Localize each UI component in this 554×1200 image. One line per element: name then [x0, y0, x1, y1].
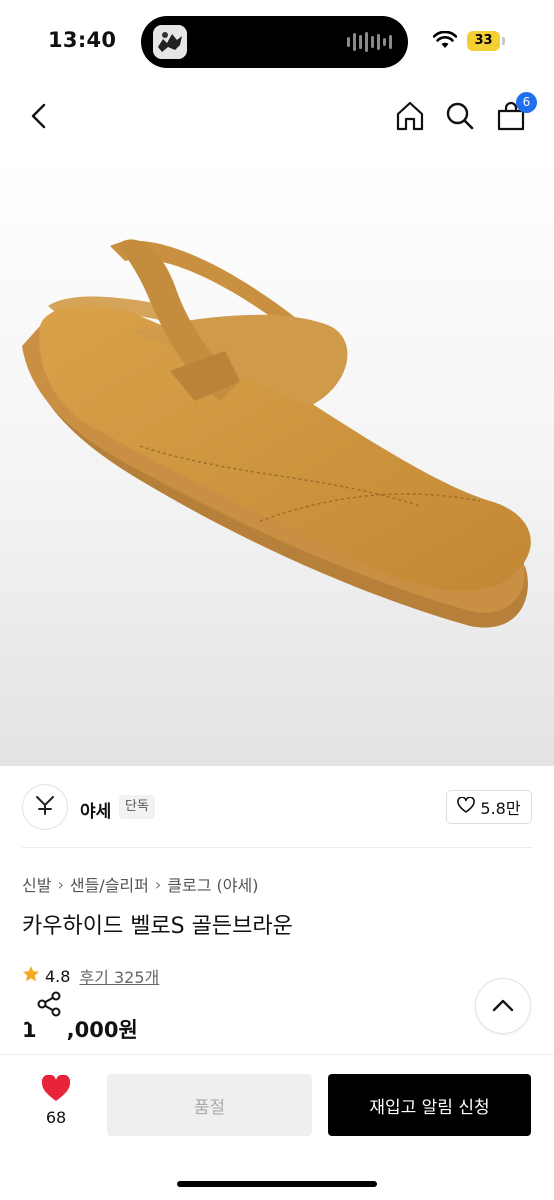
product-image[interactable]: [0, 156, 554, 766]
breadcrumb-item[interactable]: 샌들/슬리퍼: [70, 872, 149, 896]
battery-tip: [502, 37, 505, 45]
clog-shoe-image: [22, 239, 531, 628]
top-navigation: 6: [0, 84, 554, 156]
brand-like-button[interactable]: 5.8만: [446, 790, 532, 824]
home-icon: [394, 100, 426, 136]
brand-row: 야세 단독 5.8만: [22, 784, 532, 830]
chevron-up-icon: [492, 997, 514, 1016]
soldout-button[interactable]: 품절: [107, 1074, 312, 1136]
back-arrow-icon: [29, 103, 51, 133]
heart-filled-icon: [41, 1074, 71, 1106]
scroll-to-top-button[interactable]: [475, 978, 531, 1034]
restock-alert-button[interactable]: 재입고 알림 신청: [328, 1074, 531, 1136]
wifi-icon: [432, 30, 458, 53]
cart-button[interactable]: 6: [491, 92, 537, 138]
breadcrumb: 신발 › 샌들/슬리퍼 › 클로그 (야세): [22, 872, 258, 896]
clock: 13:40: [48, 28, 117, 52]
product-title: 카우하이드 벨로S 골든브라운: [22, 914, 293, 939]
divider: [22, 847, 532, 848]
chevron-right-icon: ›: [154, 874, 162, 894]
cart-count-badge: 6: [516, 92, 537, 113]
purchase-bar: 68 품절 재입고 알림 신청: [0, 1054, 554, 1200]
status-bar: 13:40 33: [0, 0, 554, 84]
exclusive-badge: 단독: [119, 795, 155, 819]
dynamic-island[interactable]: [141, 16, 408, 68]
price-tail: ,000원: [66, 1018, 138, 1042]
audio-wave-icon: [347, 31, 392, 53]
battery-icon: 33: [467, 31, 500, 51]
review-count-link[interactable]: 후기 325개: [79, 964, 159, 988]
share-icon: [35, 990, 63, 1022]
brand-like-count: 5.8만: [480, 799, 521, 818]
wishlist-count: 68: [45, 1108, 67, 1127]
breadcrumb-item[interactable]: 클로그 (야세): [167, 872, 258, 896]
brand-logo-icon: [34, 794, 56, 820]
home-button[interactable]: [390, 98, 430, 138]
chevron-right-icon: ›: [57, 874, 64, 894]
search-icon: [445, 101, 475, 135]
breadcrumb-item[interactable]: 신발: [22, 872, 51, 896]
heart-outline-icon: [457, 796, 476, 817]
home-indicator: [177, 1181, 377, 1187]
search-button[interactable]: [440, 98, 480, 138]
app-thumbnail-icon: [153, 25, 187, 59]
brand-name[interactable]: 야세: [80, 797, 111, 822]
wishlist-button[interactable]: 68: [28, 1074, 84, 1127]
back-button[interactable]: [20, 98, 60, 138]
brand-logo[interactable]: [22, 784, 68, 830]
share-button[interactable]: [22, 983, 76, 1029]
